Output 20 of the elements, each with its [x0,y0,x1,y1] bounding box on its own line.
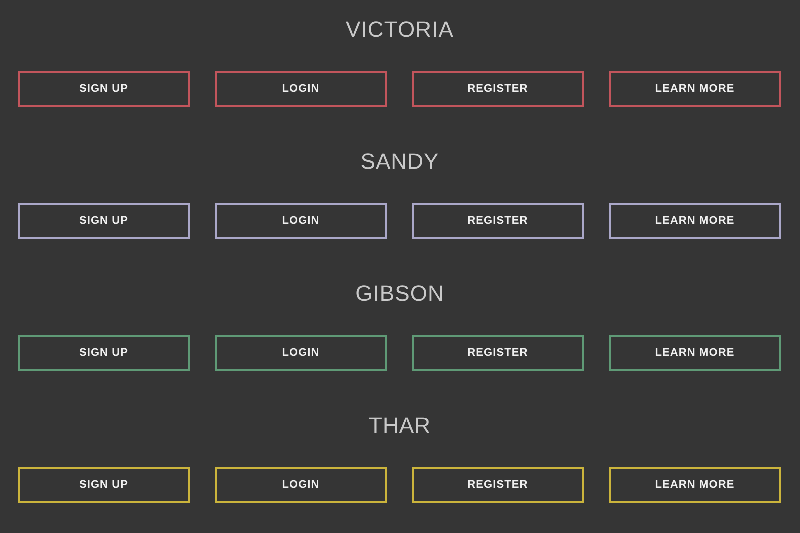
section-title: THAR [368,412,432,440]
section-title: GIBSON [356,280,444,308]
outline-button[interactable]: SIGN UP [18,71,190,107]
outline-button[interactable]: SIGN UP [18,335,190,371]
outline-button[interactable]: REGISTER [412,203,584,239]
outline-button[interactable]: LEARN MORE [609,335,781,371]
outline-button[interactable]: LOGIN [215,71,387,107]
outline-button[interactable]: REGISTER [412,467,584,503]
outline-button[interactable]: REGISTER [412,71,584,107]
outline-button[interactable]: LEARN MORE [609,71,781,107]
outline-button[interactable]: LOGIN [215,335,387,371]
section-title: VICTORIA [346,16,454,44]
outline-button[interactable]: LEARN MORE [609,467,781,503]
outline-button[interactable]: SIGN UP [18,467,190,503]
outline-button[interactable]: LOGIN [215,467,387,503]
outline-button[interactable]: SIGN UP [18,203,190,239]
outline-button[interactable]: LOGIN [215,203,387,239]
outline-button[interactable]: LEARN MORE [609,203,781,239]
section-title: SANDY [360,148,440,176]
outline-button[interactable]: REGISTER [412,335,584,371]
